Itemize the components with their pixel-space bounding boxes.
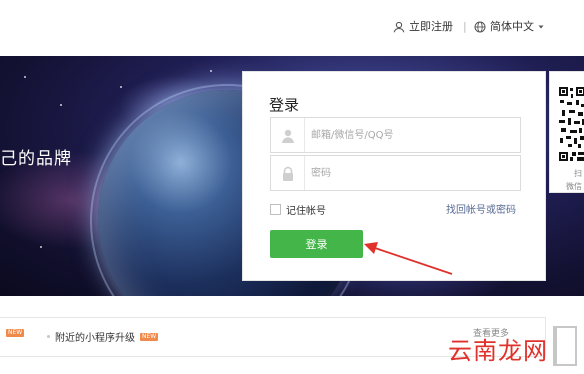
- star: [60, 104, 62, 106]
- remember-checkbox[interactable]: [270, 204, 281, 215]
- caret-down-icon: [538, 24, 544, 30]
- star: [210, 70, 212, 72]
- star: [24, 76, 26, 78]
- banner-slogan: 己的品牌: [0, 149, 72, 169]
- news-item-label: 附近的小程序升级: [55, 333, 135, 344]
- remember-label: 记住帐号: [286, 206, 326, 217]
- new-badge: NEW: [6, 329, 25, 337]
- qr-code-card: 扫 微信: [549, 71, 584, 193]
- qr-code-icon: [558, 86, 584, 162]
- top-bar: 立即注册 | 简体中文: [0, 0, 584, 56]
- page: 立即注册 | 简体中文 己的品牌 登录 邮箱/微信号/QQ号 记住帐号 找回帐号…: [0, 0, 584, 374]
- top-divider: |: [463, 20, 467, 33]
- user-icon: [393, 21, 405, 33]
- login-button[interactable]: 登录: [270, 230, 363, 258]
- language-selector[interactable]: 简体中文: [474, 20, 544, 34]
- language-label: 简体中文: [490, 20, 534, 33]
- register-link[interactable]: 立即注册: [393, 20, 453, 34]
- watermark: 云南龙网: [448, 337, 548, 365]
- news-item[interactable]: NEW: [6, 329, 25, 337]
- remember-account[interactable]: 记住帐号: [270, 202, 326, 217]
- qr-caption-line2: 微信: [566, 182, 582, 191]
- lock-icon: [280, 166, 296, 182]
- password-input[interactable]: [311, 163, 511, 183]
- bullet-dot-icon: [47, 335, 50, 338]
- watermark-logo-icon: [553, 326, 577, 366]
- star: [120, 86, 122, 88]
- new-badge: NEW: [140, 332, 159, 341]
- annotation-arrow-icon: [364, 242, 453, 275]
- qr-caption-line1: 扫: [574, 169, 582, 178]
- field-divider: [304, 156, 305, 190]
- star: [40, 246, 42, 248]
- password-field[interactable]: [270, 155, 521, 191]
- forgot-password-link[interactable]: 找回帐号或密码: [446, 201, 516, 216]
- account-input[interactable]: [311, 125, 511, 145]
- field-divider: [304, 118, 305, 152]
- globe-icon: [474, 21, 486, 33]
- news-item[interactable]: 附近的小程序升级 NEW: [47, 329, 159, 344]
- register-label: 立即注册: [409, 20, 453, 33]
- account-field[interactable]: [270, 117, 521, 153]
- user-icon: [280, 128, 296, 144]
- login-title: 登录: [269, 96, 300, 114]
